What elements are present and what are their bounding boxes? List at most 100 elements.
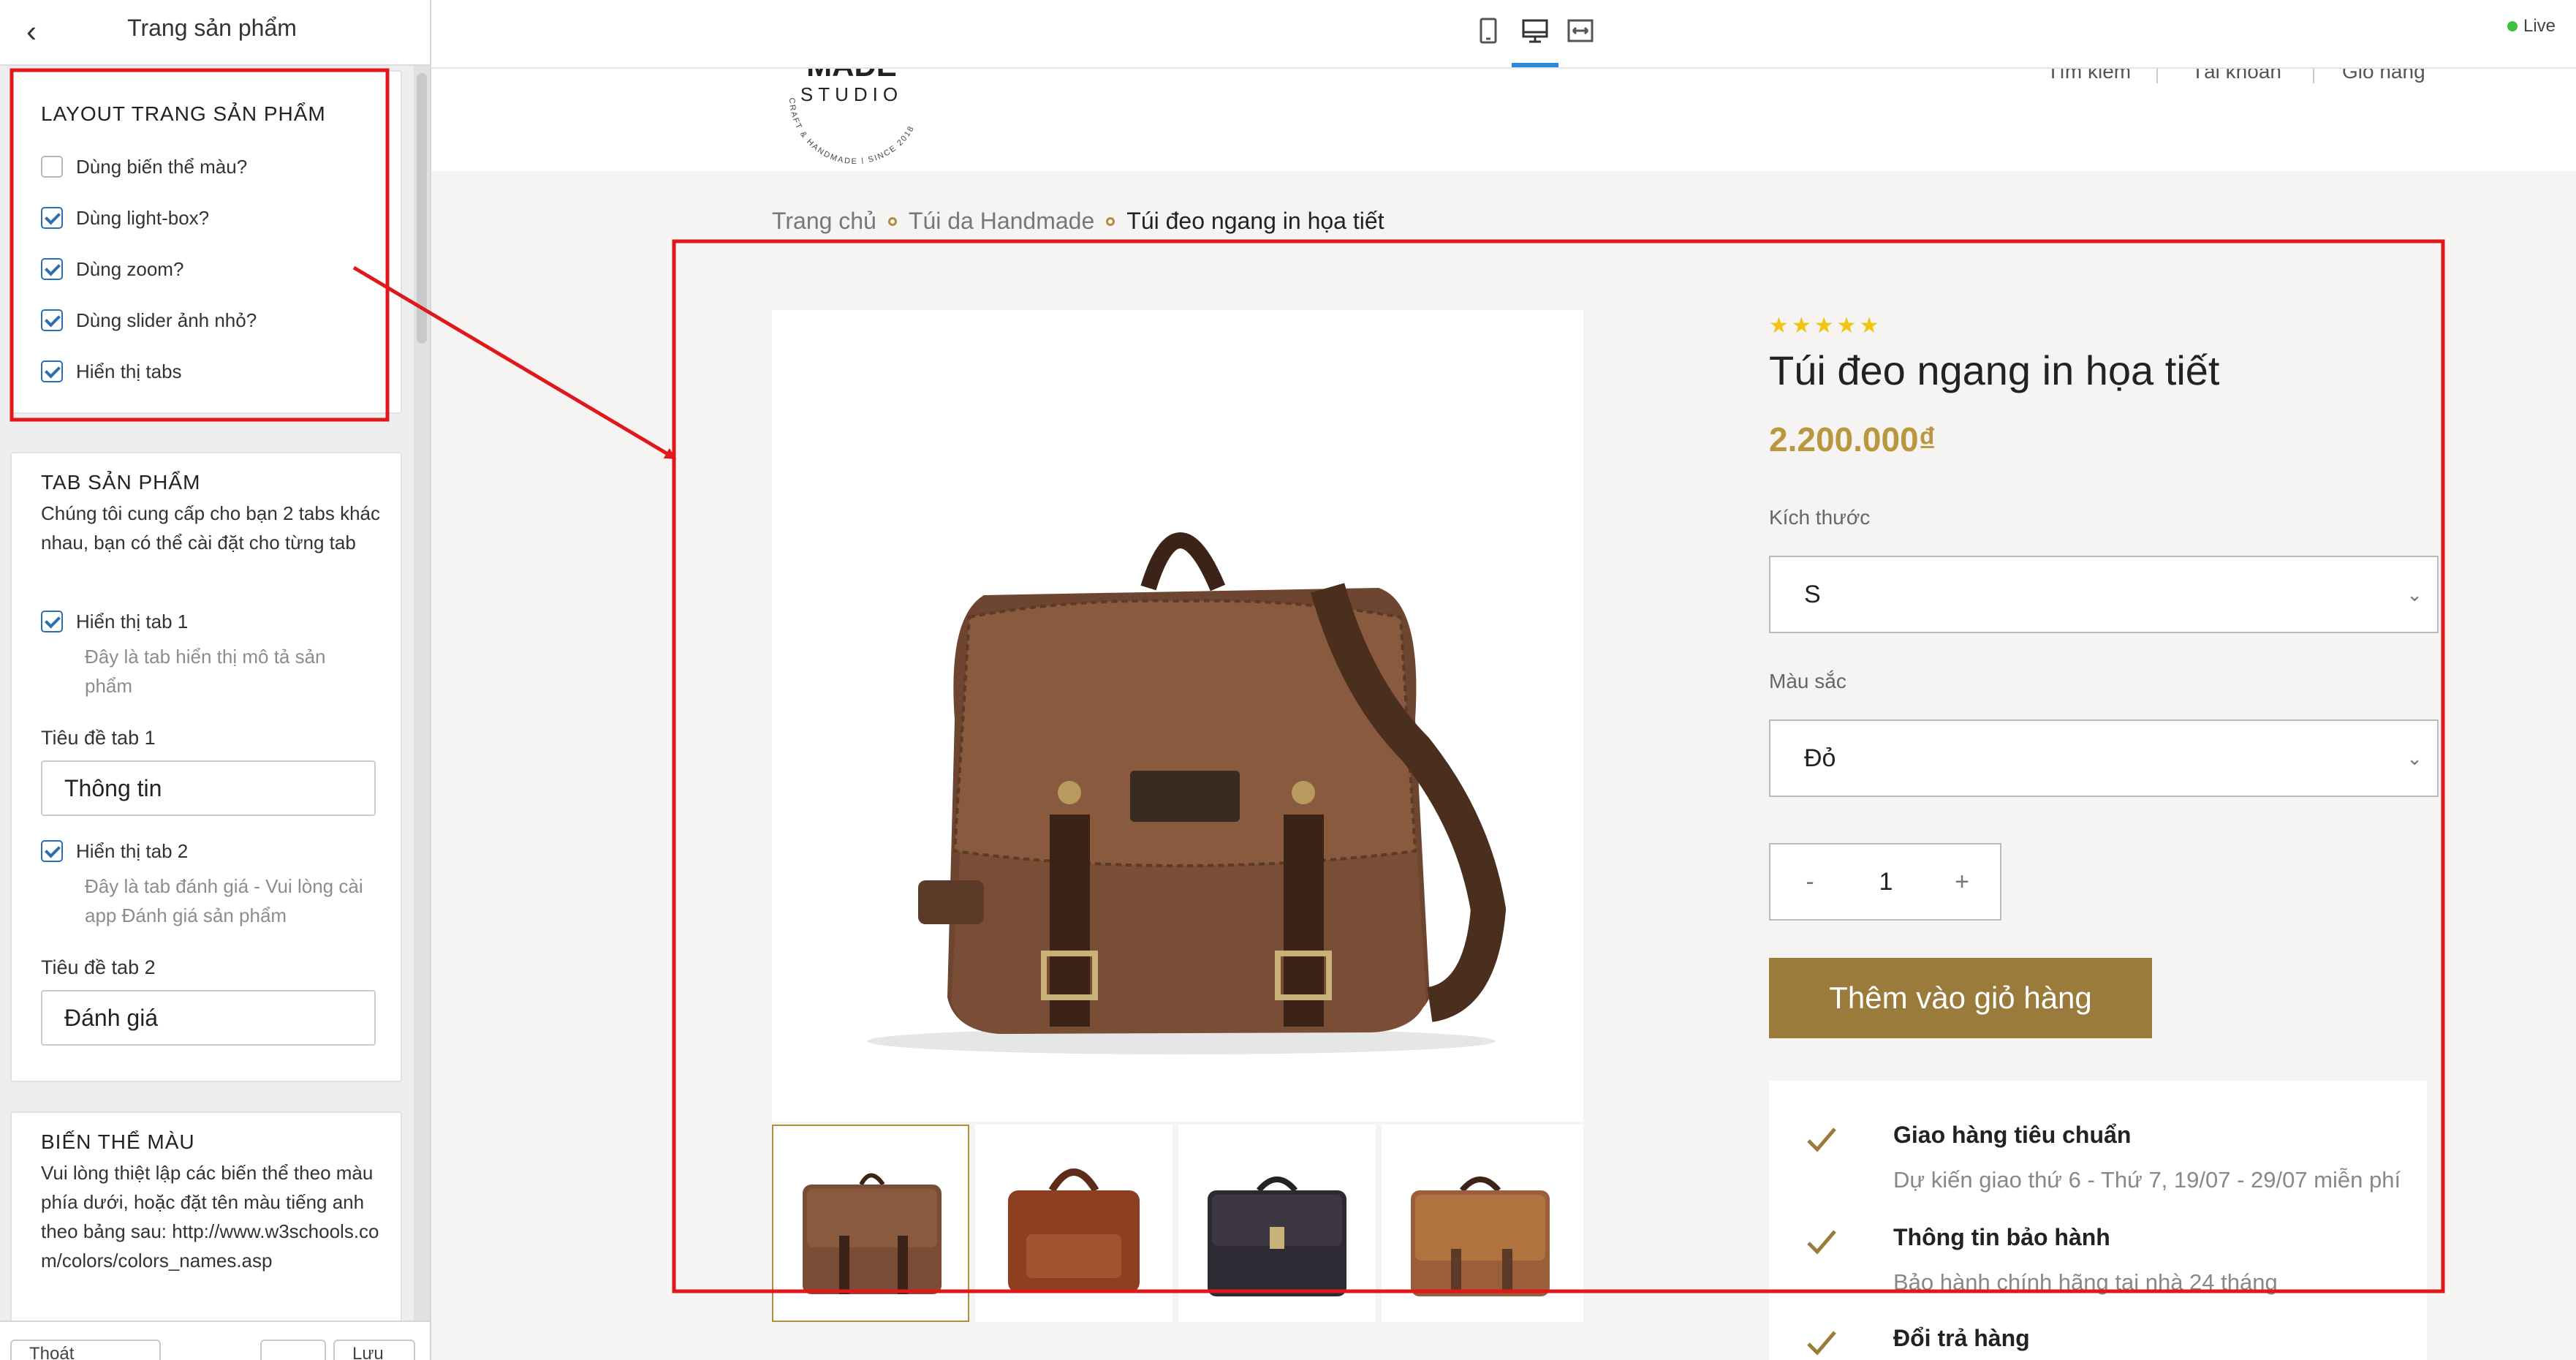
quantity-decrease-button[interactable]: - [1781,845,1839,919]
svg-text:CRAFT & HANDMADE | SINCE 2018: CRAFT & HANDMADE | SINCE 2018 [787,97,917,164]
chevron-down-icon: ⌄ [2406,583,2422,605]
checkbox[interactable] [41,258,63,280]
sidebar-title: Trang sản phẩm [127,15,297,41]
checkbox[interactable] [41,309,63,331]
option-label: Dùng light-box? [76,206,210,229]
variants-description: Vui lòng thiệt lập các biến thể theo màu… [41,1158,384,1275]
variants-heading: BIẾN THỂ MÀU [41,1130,195,1153]
layout-heading: LAYOUT TRANG SẢN PHẨM [41,102,326,125]
checkmark-icon [1807,1331,1836,1356]
tab-2-hint: Đây là tab đánh giá - Vui lòng cài app Đ… [85,875,363,926]
color-label: Màu sắc [1769,670,1846,692]
svg-text:STUDIO: STUDIO [800,83,903,105]
option-label: Dùng zoom? [76,257,184,280]
checkbox[interactable] [41,156,63,178]
tabs-heading: TAB SẢN PHẨM [41,471,201,494]
add-to-cart-button[interactable]: Thêm vào giỏ hàng [1769,958,2152,1038]
option-label: Dùng slider ảnh nhỏ? [76,309,257,331]
tabs-description: Chúng tôi cung cấp cho bạn 2 tabs khác n… [41,502,380,554]
bag-thumb-1-icon [803,1173,942,1294]
back-chevron-icon[interactable]: ‹ [13,13,50,50]
breadcrumb-separator-icon [1106,216,1115,226]
checkmark-icon [1807,1230,1836,1255]
policy-title: Giao hàng tiêu chuẩn [1893,1122,2132,1148]
save-button[interactable]: Lưu [333,1340,415,1360]
nav-search[interactable]: Tìm kiếm [2047,69,2131,83]
checkbox[interactable] [41,360,63,382]
tab-1-title-input[interactable]: Thông tin [41,760,376,816]
live-dot-icon [2507,21,2518,31]
color-select[interactable]: Đỏ ⌄ [1769,719,2439,797]
svg-text:MADE: MADE [806,69,897,83]
policy-title: Thông tin bảo hành [1893,1224,2110,1250]
quantity-stepper: - 1 + [1769,843,2001,921]
scrollbar-thumb[interactable] [417,73,427,344]
option-show-tab-1[interactable]: Hiển thị tab 1 [41,607,188,636]
bag-thumb-4-icon [1411,1176,1550,1296]
nav-divider [2156,69,2158,83]
tabs-settings-card: TAB SẢN PHẨM Chúng tôi cung cấp cho bạn … [10,452,402,1082]
checkbox[interactable] [41,611,63,632]
breadcrumb-home[interactable]: Trang chủ [772,208,876,235]
rating-stars-icon: ★★★★★ [1769,314,1882,338]
policy-desc: Dự kiến giao thứ 6 - Thứ 7, 19/07 - 29/0… [1893,1167,2401,1193]
checkbox[interactable] [41,840,63,862]
option-show-tab-2[interactable]: Hiển thị tab 2 [41,836,188,866]
mobile-icon[interactable] [1472,15,1504,47]
size-label: Kích thước [1769,506,1871,529]
prev-button[interactable] [260,1340,326,1360]
quantity-input[interactable]: 1 [1844,845,1928,919]
option-thumb-slider[interactable]: Dùng slider ảnh nhỏ? [41,306,257,335]
tab-2-title-input[interactable]: Đánh giá [41,990,376,1046]
sidebar-header: ‹ Trang sản phẩm [0,0,430,66]
exit-button[interactable]: Thoát [10,1340,161,1360]
product-thumbnail[interactable] [1382,1125,1583,1322]
color-selected-value: Đỏ [1804,744,1836,772]
nav-divider [2313,69,2314,83]
tab-1-hint: Đây là tab hiển thị mô tả sản phẩm [85,646,326,697]
chevron-down-icon: ⌄ [2406,747,2422,769]
layout-settings-card: LAYOUT TRANG SẢN PHẨM Dùng biến thể màu?… [10,70,402,414]
live-status: Live [2507,16,2556,37]
color-variants-card: BIẾN THỂ MÀU Vui lòng thiệt lập các biến… [10,1111,402,1331]
product-thumbnail[interactable] [975,1125,1173,1322]
size-selected-value: S [1804,581,1821,608]
preview-toolbar: Live [431,0,2576,69]
store-header: MADE STUDIO CRAFT & HANDMADE | SINCE 201… [431,69,2576,171]
option-label: Hiển thị tabs [76,360,182,382]
breadcrumb-collection[interactable]: Túi da Handmade [909,208,1094,235]
nav-cart[interactable]: Giỏ hàng [2342,69,2425,83]
product-policy-box: Giao hàng tiêu chuẩn Dự kiến giao thứ 6 … [1769,1081,2427,1360]
size-select[interactable]: S ⌄ [1769,556,2439,633]
quantity-increase-button[interactable]: + [1933,845,1991,919]
bag-thumb-3-icon [1208,1176,1346,1296]
option-label: Hiển thị tab 1 [76,610,189,632]
checkmark-icon [1807,1127,1836,1152]
product-main-image[interactable] [772,310,1583,1122]
option-zoom[interactable]: Dùng zoom? [41,254,183,284]
breadcrumb-current: Túi đeo ngang in họa tiết [1126,208,1384,234]
product-thumbnail[interactable] [772,1125,969,1322]
product-thumbnail[interactable] [1178,1125,1376,1322]
option-label: Dùng biến thể màu? [76,155,248,178]
breadcrumb: Trang chủ Túi da Handmade Túi đeo ngang … [772,208,1384,235]
sidebar-scrollbar[interactable] [414,66,430,1360]
theme-settings-sidebar: ‹ Trang sản phẩm LAYOUT TRANG SẢN PHẨM D… [0,0,431,1360]
option-show-tabs[interactable]: Hiển thị tabs [41,357,182,386]
fullwidth-icon[interactable] [1564,15,1596,47]
checkbox[interactable] [41,207,63,229]
sidebar-footer: Thoát Lưu [0,1321,430,1360]
store-logo[interactable]: MADE STUDIO CRAFT & HANDMADE | SINCE 201… [768,69,936,164]
policy-title: Đổi trả hàng [1893,1325,2030,1351]
option-lightbox[interactable]: Dùng light-box? [41,203,209,233]
option-color-variant[interactable]: Dùng biến thể màu? [41,152,247,181]
live-label: Live [2523,16,2556,36]
bag-illustration [867,532,1507,1054]
option-label: Hiển thị tab 2 [76,839,189,862]
product-price: 2.200.000₫ [1769,420,1936,458]
tab-2-title-label: Tiêu đề tab 2 [41,956,156,978]
nav-account[interactable]: Tài khoản [2192,69,2281,83]
desktop-icon[interactable] [1519,15,1551,47]
tab-1-title-label: Tiêu đề tab 1 [41,727,156,749]
breadcrumb-separator-icon [887,216,897,226]
